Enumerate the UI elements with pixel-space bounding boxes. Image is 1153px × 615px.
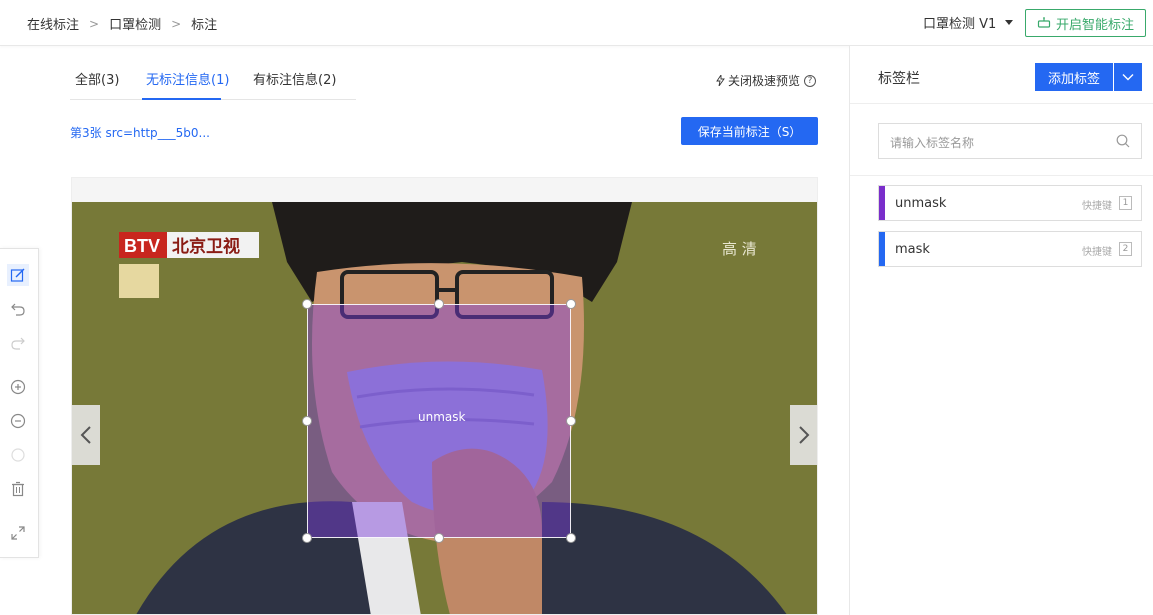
- breadcrumb-separator: >: [171, 16, 182, 31]
- label-color-bar: [879, 186, 885, 220]
- label-search-placeholder: 请输入标签名称: [890, 136, 975, 150]
- next-image-button[interactable]: [790, 405, 817, 465]
- annotation-canvas[interactable]: BTV 北京卫视 高 清 unmask: [71, 177, 818, 615]
- resize-handle-bottom[interactable]: [434, 533, 444, 543]
- reset-icon: [11, 448, 25, 462]
- fast-preview-toggle[interactable]: 关闭极速预览 ?: [716, 72, 817, 89]
- draw-box-tool[interactable]: [7, 264, 29, 286]
- resize-handle-top-left[interactable]: [302, 299, 312, 309]
- save-annotation-button[interactable]: 保存当前标注（S）: [681, 117, 818, 145]
- annotation-box-unmask[interactable]: unmask: [307, 304, 571, 538]
- resize-handle-left[interactable]: [302, 416, 312, 426]
- label-item-unmask[interactable]: unmask 快捷键 1: [878, 185, 1142, 221]
- search-icon[interactable]: [1116, 134, 1130, 148]
- zoom-in-button[interactable]: [7, 376, 29, 398]
- breadcrumb-item-annotate: 标注: [191, 18, 218, 33]
- delete-icon: [12, 481, 24, 497]
- image-title: 第3张 src=http___5b0...: [70, 126, 210, 140]
- breadcrumb: 在线标注 > 口罩检测 > 标注: [27, 14, 218, 34]
- chevron-left-icon: [80, 426, 91, 444]
- breadcrumb-item-mask-detection[interactable]: 口罩检测: [109, 14, 161, 33]
- smart-annotation-label: 开启智能标注: [1055, 17, 1134, 33]
- channel-name-text: 北京卫视: [172, 236, 240, 257]
- robot-icon: [1037, 17, 1051, 28]
- shortcut-key: 2: [1119, 242, 1132, 256]
- label-item-mask[interactable]: mask 快捷键 2: [878, 231, 1142, 267]
- annotation-image[interactable]: BTV 北京卫视 高 清 unmask: [72, 202, 817, 614]
- tab-unannotated[interactable]: 无标注信息(1): [146, 69, 229, 88]
- label-panel-title: 标签栏: [878, 71, 920, 87]
- lightning-icon: [716, 75, 725, 86]
- model-version-label: 口罩检测 V1: [923, 17, 997, 32]
- shortcut-text: 快捷键: [1082, 201, 1112, 212]
- annotation-toolbar: [0, 248, 39, 558]
- chevron-right-icon: [799, 426, 810, 444]
- zoom-in-icon: [10, 379, 26, 395]
- top-bar: 在线标注 > 口罩检测 > 标注 口罩检测 V1 开启智能标注: [0, 0, 1153, 46]
- resize-handle-right[interactable]: [566, 416, 576, 426]
- resize-handle-bottom-right[interactable]: [566, 533, 576, 543]
- label-color-bar: [879, 232, 885, 266]
- active-tab-indicator: [142, 98, 221, 100]
- smart-annotation-button[interactable]: 开启智能标注: [1025, 9, 1146, 37]
- label-panel: 标签栏 添加标签 请输入标签名称 unmask 快捷键 1 mask 快捷键 2: [849, 46, 1153, 615]
- undo-button[interactable]: [7, 298, 29, 320]
- model-version-select[interactable]: 口罩检测 V1: [923, 13, 1014, 32]
- divider: [850, 175, 1153, 176]
- chevron-down-icon: [1122, 74, 1134, 81]
- caret-down-icon: [1005, 20, 1014, 25]
- breadcrumb-separator: >: [89, 16, 100, 31]
- redo-button[interactable]: [7, 332, 29, 354]
- previous-image-button[interactable]: [72, 405, 100, 465]
- undo-icon: [11, 303, 25, 316]
- shortcut-text: 快捷键: [1082, 247, 1112, 258]
- divider: [850, 103, 1153, 104]
- reset-view-button[interactable]: [7, 444, 29, 466]
- channel-logo-text: BTV: [124, 236, 160, 256]
- annotation-filter-tabs: 全部(3) 无标注信息(1) 有标注信息(2): [70, 60, 356, 100]
- help-icon[interactable]: ?: [804, 74, 817, 87]
- label-name: unmask: [895, 196, 947, 211]
- fullscreen-icon: [11, 526, 25, 540]
- fast-preview-label: 关闭极速预览: [728, 74, 801, 88]
- shortcut-key: 1: [1119, 196, 1132, 210]
- redo-icon: [11, 337, 25, 350]
- resize-handle-top-right[interactable]: [566, 299, 576, 309]
- add-label-dropdown[interactable]: [1114, 63, 1142, 91]
- resize-handle-bottom-left[interactable]: [302, 533, 312, 543]
- label-search-input[interactable]: 请输入标签名称: [878, 123, 1142, 159]
- label-name: mask: [895, 242, 930, 257]
- edit-box-icon: [10, 268, 25, 282]
- resize-handle-top[interactable]: [434, 299, 444, 309]
- annotation-box-label: unmask: [418, 410, 466, 424]
- add-label-button[interactable]: 添加标签: [1035, 63, 1113, 91]
- zoom-out-button[interactable]: [7, 410, 29, 432]
- tab-all[interactable]: 全部(3): [75, 69, 119, 88]
- hd-mark: 高 清: [722, 240, 757, 258]
- delete-button[interactable]: [7, 478, 29, 500]
- breadcrumb-item-online-annotation[interactable]: 在线标注: [27, 14, 79, 33]
- fullscreen-button[interactable]: [7, 522, 29, 544]
- zoom-out-icon: [10, 413, 26, 429]
- tab-annotated[interactable]: 有标注信息(2): [253, 69, 336, 88]
